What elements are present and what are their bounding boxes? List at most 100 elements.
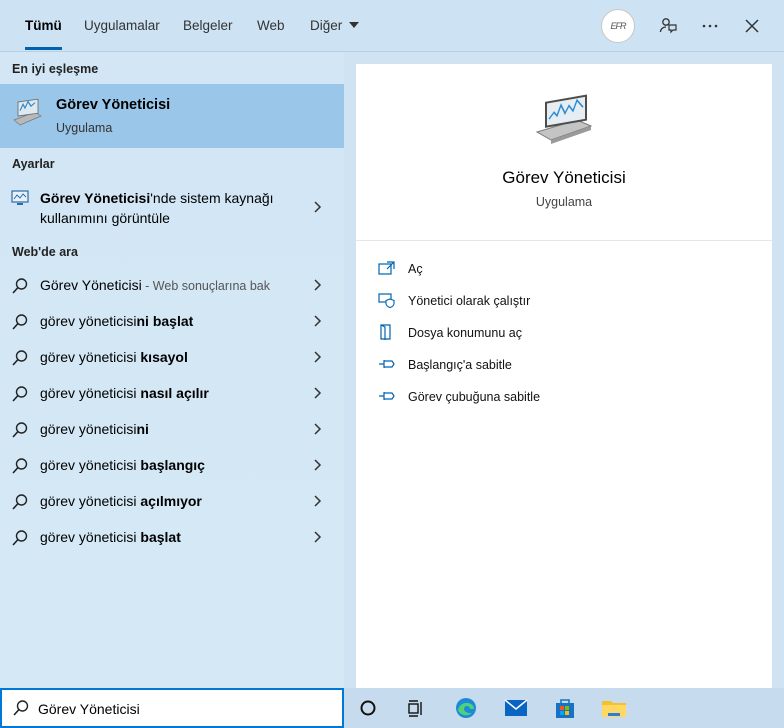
action-label: Yönetici olarak çalıştır bbox=[408, 294, 531, 308]
web-result-item[interactable]: görev yöneticisini başlat bbox=[0, 304, 344, 340]
web-result-item[interactable]: Görev Yöneticisi - Web sonuçlarına bak bbox=[0, 268, 344, 304]
tab-all[interactable]: Tümü bbox=[25, 0, 62, 52]
web-result-hint: - Web sonuçlarına bak bbox=[141, 279, 270, 293]
web-result-text: görev yöneticisi başlangıç bbox=[40, 457, 205, 473]
cortana-icon[interactable] bbox=[354, 694, 382, 722]
task-manager-large-icon bbox=[533, 92, 597, 151]
action-label: Dosya konumunu aç bbox=[408, 326, 522, 340]
chevron-right-icon bbox=[312, 200, 322, 217]
web-result-item[interactable]: görev yöneticisi nasıl açılır bbox=[0, 376, 344, 412]
chevron-right-icon bbox=[312, 350, 322, 367]
preview-subtitle: Uygulama bbox=[535, 195, 593, 209]
tab-more-label: Diğer bbox=[310, 18, 343, 33]
search-input[interactable] bbox=[38, 698, 328, 720]
chevron-right-icon bbox=[312, 494, 322, 511]
file-explorer-icon[interactable] bbox=[600, 694, 628, 722]
web-result-text: görev yöneticisi kısayol bbox=[40, 349, 188, 365]
pin-icon bbox=[378, 388, 396, 407]
search-icon bbox=[11, 457, 29, 478]
preview-panel: Görev Yöneticisi Uygulama Aç Yönetici ola… bbox=[356, 64, 772, 688]
web-result-bold: kısayol bbox=[140, 349, 188, 365]
results-panel: En iyi eşleşme Görev Yöneticisi Uygulama… bbox=[0, 52, 344, 688]
search-icon bbox=[12, 699, 30, 720]
settings-heading: Ayarlar bbox=[12, 157, 55, 171]
action-item[interactable]: Yönetici olarak çalıştır bbox=[378, 290, 678, 314]
search-icon bbox=[11, 385, 29, 406]
web-result-item[interactable]: görev yöneticisi başlat bbox=[0, 520, 344, 556]
web-result-text: görev yöneticisini bbox=[40, 421, 149, 437]
setting-text-bold: Görev Yöneticisi bbox=[40, 190, 151, 206]
web-result-text: görev yöneticisini başlat bbox=[40, 313, 193, 329]
web-result-text: görev yöneticisi nasıl açılır bbox=[40, 385, 209, 401]
store-icon[interactable] bbox=[551, 694, 579, 722]
shield-icon bbox=[378, 292, 396, 311]
chevron-right-icon bbox=[312, 314, 322, 331]
action-label: Başlangıç'a sabitle bbox=[408, 358, 512, 372]
web-result-item[interactable]: görev yöneticisi açılmıyor bbox=[0, 484, 344, 520]
search-icon bbox=[11, 493, 29, 514]
chevron-right-icon bbox=[312, 458, 322, 475]
search-box[interactable] bbox=[0, 688, 344, 728]
tab-more[interactable]: Diğer bbox=[310, 0, 360, 52]
best-match-subtitle: Uygulama bbox=[56, 121, 113, 135]
web-result-bold: açılmıyor bbox=[140, 493, 202, 509]
best-match-title: Görev Yöneticisi bbox=[56, 97, 171, 113]
best-match-item[interactable]: Görev Yöneticisi Uygulama bbox=[0, 84, 344, 148]
tab-apps[interactable]: Uygulamalar bbox=[84, 0, 160, 52]
task-manager-icon bbox=[11, 98, 43, 133]
action-item[interactable]: Görev çubuğuna sabitle bbox=[378, 386, 678, 410]
web-result-text: görev yöneticisi açılmıyor bbox=[40, 493, 202, 509]
close-icon[interactable] bbox=[738, 12, 766, 40]
web-result-plain: görev yöneticisi bbox=[40, 385, 141, 401]
action-label: Görev çubuğuna sabitle bbox=[408, 390, 541, 404]
web-result-plain: görev yöneticisi bbox=[40, 421, 137, 437]
web-result-bold: başlangıç bbox=[140, 457, 205, 473]
more-icon[interactable] bbox=[696, 12, 724, 40]
web-result-item[interactable]: görev yöneticisi başlangıç bbox=[0, 448, 344, 484]
web-result-text: görev yöneticisi başlat bbox=[40, 529, 181, 545]
open-icon bbox=[378, 260, 396, 279]
taskbar bbox=[0, 688, 784, 728]
best-match-heading: En iyi eşleşme bbox=[12, 62, 99, 76]
preview-title: Görev Yöneticisi bbox=[502, 168, 626, 187]
web-search-heading: Web'de ara bbox=[12, 245, 78, 259]
web-result-text: Görev Yöneticisi - Web sonuçlarına bak bbox=[40, 277, 270, 293]
edge-icon[interactable] bbox=[452, 694, 480, 722]
feedback-icon[interactable] bbox=[654, 12, 682, 40]
tab-web[interactable]: Web bbox=[257, 0, 285, 52]
search-icon bbox=[11, 277, 29, 298]
web-result-plain: görev yöneticisi bbox=[40, 529, 141, 545]
avatar[interactable]: EFR bbox=[601, 9, 635, 43]
search-icon bbox=[11, 313, 29, 334]
web-result-plain: görev yöneticisi bbox=[40, 493, 141, 509]
chevron-right-icon bbox=[312, 422, 322, 439]
setting-text: Görev Yöneticisi'nde sistem kaynağı kull… bbox=[40, 188, 300, 228]
web-result-item[interactable]: görev yöneticisi kısayol bbox=[0, 340, 344, 376]
web-result-bold: ni bbox=[136, 421, 149, 437]
file-location-icon bbox=[378, 324, 396, 343]
action-item[interactable]: Aç bbox=[378, 258, 678, 282]
monitor-icon bbox=[11, 190, 29, 209]
chevron-right-icon bbox=[312, 386, 322, 403]
web-result-item[interactable]: görev yöneticisini bbox=[0, 412, 344, 448]
divider bbox=[356, 240, 772, 241]
web-result-plain: Görev Yöneticisi bbox=[40, 277, 142, 293]
action-item[interactable]: Dosya konumunu aç bbox=[378, 322, 678, 346]
web-result-bold: başlat bbox=[140, 529, 181, 545]
web-result-bold: ni başlat bbox=[136, 313, 194, 329]
mail-icon[interactable] bbox=[502, 694, 530, 722]
pin-icon bbox=[378, 356, 396, 375]
search-scope-bar: Tümü Uygulamalar Belgeler Web Diğer EFR bbox=[0, 0, 784, 52]
search-icon bbox=[11, 421, 29, 442]
search-icon bbox=[11, 529, 29, 550]
search-icon bbox=[11, 349, 29, 370]
task-view-icon[interactable] bbox=[402, 694, 430, 722]
web-result-plain: görev yöneticisi bbox=[40, 457, 141, 473]
setting-item[interactable]: Görev Yöneticisi'nde sistem kaynağı kull… bbox=[0, 186, 344, 230]
action-item[interactable]: Başlangıç'a sabitle bbox=[378, 354, 678, 378]
tab-documents[interactable]: Belgeler bbox=[183, 0, 233, 52]
chevron-down-icon bbox=[349, 22, 360, 29]
action-label: Aç bbox=[408, 262, 423, 276]
web-result-plain: görev yöneticisi bbox=[40, 349, 141, 365]
web-result-plain: görev yöneticisi bbox=[40, 313, 137, 329]
